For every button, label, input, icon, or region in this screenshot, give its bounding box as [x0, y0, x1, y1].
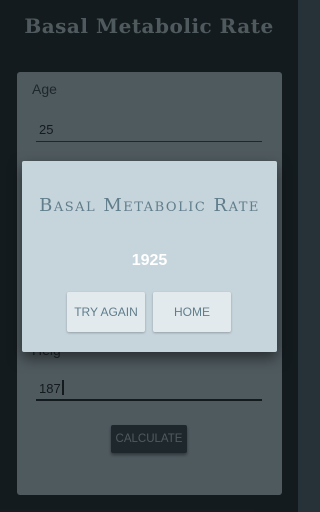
try-again-button[interactable]: TRY AGAIN [67, 292, 145, 332]
bmr-result-value: 1925 [131, 252, 168, 269]
dialog-title: Basal Metabolic Rate [39, 195, 260, 216]
result-dialog: Basal Metabolic Rate 1925 TRY AGAIN HOME [22, 161, 277, 352]
home-button[interactable]: HOME [153, 292, 231, 332]
